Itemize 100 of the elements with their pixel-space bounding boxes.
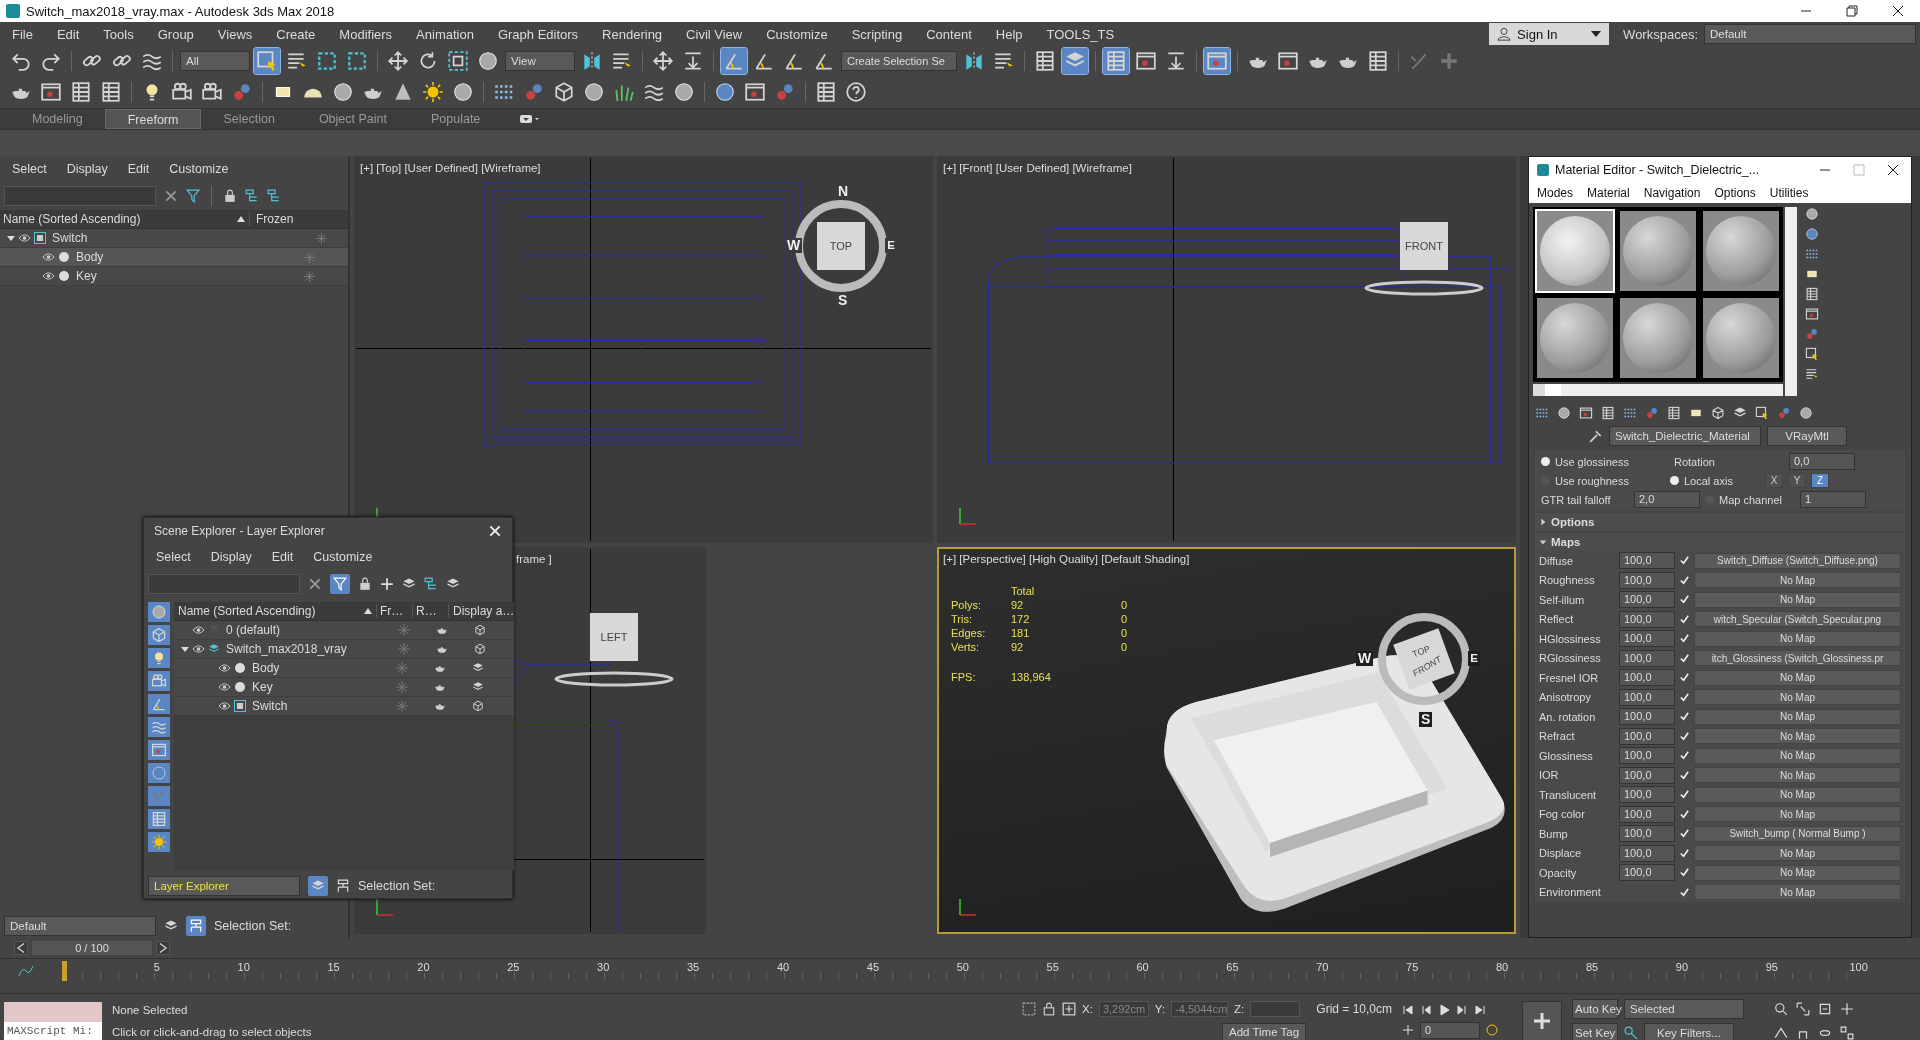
map-button[interactable]: No Map	[1694, 747, 1901, 764]
ribbon-menu-icon[interactable]	[520, 114, 541, 124]
add-time-tag-button[interactable]: Add Time Tag	[1222, 1023, 1307, 1040]
amount-spinner[interactable]: 100,0	[1619, 805, 1675, 823]
sphere-icon[interactable]	[1799, 406, 1813, 420]
zoom-extents-all-icon[interactable]	[1840, 1002, 1854, 1016]
current-frame-spinner[interactable]: 0	[1420, 1021, 1480, 1039]
gtr-spinner[interactable]: 2,0	[1634, 491, 1700, 508]
zoom-extents-icon[interactable]	[1818, 1002, 1832, 1016]
ribbon-tab[interactable]: Modeling	[10, 109, 105, 129]
amount-spinner[interactable]: 100,0	[1619, 766, 1675, 784]
y-coordinate-field[interactable]: -4,5044cm	[1171, 1001, 1229, 1017]
amount-spinner[interactable]: 100,0	[1619, 669, 1675, 687]
filter-icon[interactable]	[186, 189, 200, 203]
viewport-label[interactable]: frame ]	[516, 553, 552, 565]
checkbox[interactable]	[1679, 574, 1690, 586]
expand-arrow-icon[interactable]	[6, 233, 16, 243]
scale-icon[interactable]	[445, 48, 471, 74]
move-icon[interactable]	[385, 48, 411, 74]
search-field[interactable]	[4, 186, 156, 206]
tree-row[interactable]: Body	[0, 248, 348, 267]
column-header[interactable]: Frozen	[249, 212, 294, 226]
key-icon[interactable]	[1624, 1026, 1638, 1040]
field-of-view-icon[interactable]	[1774, 1026, 1788, 1040]
eye-icon[interactable]	[18, 233, 31, 243]
checkbox[interactable]	[1679, 711, 1690, 723]
eye-icon[interactable]	[218, 682, 231, 692]
transform-mode-icon[interactable]	[1062, 1002, 1076, 1016]
ribbon-tab[interactable]: Populate	[408, 109, 503, 129]
next-key-icon[interactable]	[1456, 1003, 1468, 1016]
explorer-menu-item[interactable]: Display	[210, 550, 252, 564]
dot-grid-icon[interactable]	[1805, 247, 1819, 261]
amount-spinner[interactable]: 100,0	[1619, 610, 1675, 628]
cube-icon[interactable]	[474, 643, 486, 655]
time-config-icon[interactable]	[1402, 1024, 1414, 1036]
viewport[interactable]: [+] [Top] [User Defined] [Wireframe] N W TOP E S	[354, 156, 933, 543]
column-header[interactable]: Display a…	[448, 604, 515, 618]
curve-icon[interactable]	[18, 965, 34, 977]
menu-item[interactable]: Animation	[404, 26, 486, 42]
window-icon[interactable]	[1579, 406, 1593, 420]
amount-spinner[interactable]: 100,0	[1619, 649, 1675, 667]
rollout-header[interactable]: Maps	[1535, 533, 1905, 551]
hierarchy-icon[interactable]	[424, 577, 438, 591]
map-button[interactable]: No Map	[1694, 786, 1901, 803]
amount-spinner[interactable]: 100,0	[1619, 552, 1675, 570]
selection-filter-dropdown[interactable]: All	[180, 51, 250, 71]
cube-icon[interactable]	[472, 700, 484, 712]
column-header[interactable]: Fr…	[376, 604, 412, 618]
menu-item[interactable]: Graph Editors	[485, 26, 591, 42]
x-coordinate-field[interactable]: 3,292cm	[1098, 1001, 1149, 1017]
sign-in-button[interactable]: Sign In	[1489, 23, 1610, 45]
dot-grid-icon[interactable]	[1623, 406, 1637, 420]
column-header[interactable]: R…	[412, 604, 448, 618]
menu-item[interactable]: Utilities	[1769, 186, 1809, 200]
map-button[interactable]: witch_Specular (Switch_Specular.png	[1694, 611, 1901, 628]
reference-coordinate-dropdown[interactable]: View	[505, 51, 575, 71]
search-field[interactable]	[148, 574, 300, 594]
amount-spinner[interactable]: 100,0	[1619, 727, 1675, 745]
material-slot[interactable]	[1701, 209, 1781, 293]
sphere-icon[interactable]	[1557, 406, 1571, 420]
close-icon[interactable]	[1887, 164, 1899, 176]
map-button[interactable]: No Map	[1694, 630, 1901, 647]
ribbon-tab[interactable]: Selection	[201, 109, 297, 129]
cube-icon[interactable]	[474, 624, 486, 636]
explorer-menu-item[interactable]: Select	[156, 550, 191, 564]
map-button[interactable]: No Map	[1694, 689, 1901, 706]
workspace-dropdown[interactable]: Default	[1704, 24, 1916, 44]
cube-icon[interactable]	[1711, 406, 1725, 420]
menu-item[interactable]: Material	[1587, 186, 1630, 200]
checkbox[interactable]	[1679, 672, 1690, 684]
axis-button[interactable]: Z	[1811, 473, 1829, 488]
clear-icon[interactable]	[308, 577, 322, 591]
z-coordinate-field[interactable]	[1250, 1001, 1301, 1017]
filter-button[interactable]	[148, 648, 170, 668]
window-icon[interactable]	[1204, 48, 1230, 74]
axis-button[interactable]: Y	[1788, 473, 1806, 488]
layers-icon[interactable]	[472, 681, 484, 693]
vertical-scrollbar[interactable]	[1785, 207, 1797, 396]
rotation-spinner[interactable]: 0,0	[1789, 453, 1855, 470]
menu-item[interactable]: Help	[983, 26, 1035, 42]
table-icon[interactable]	[1667, 406, 1681, 420]
filter-button[interactable]	[148, 740, 170, 760]
amount-spinner[interactable]: 100,0	[1619, 591, 1675, 609]
molecule-icon[interactable]	[1777, 406, 1791, 420]
previous-frame-button[interactable]	[14, 941, 28, 955]
checkbox[interactable]	[1679, 769, 1690, 781]
set-keys-button[interactable]	[1522, 1001, 1562, 1040]
move-icon[interactable]	[650, 48, 676, 74]
list-icon[interactable]	[1805, 367, 1819, 381]
explorer-menu-item[interactable]: Customize	[169, 162, 229, 176]
hierarchy-icon[interactable]	[267, 189, 281, 203]
next-frame-button[interactable]	[156, 941, 170, 955]
viewcube[interactable]: TOP	[817, 222, 865, 270]
map-button[interactable]: No Map	[1694, 669, 1901, 686]
menu-item[interactable]: Create	[264, 26, 328, 42]
checkbox[interactable]	[1679, 847, 1690, 859]
explorer-type-dropdown[interactable]: Layer Explorer	[148, 876, 300, 896]
viewcube[interactable]: FRONT	[1400, 222, 1448, 270]
tree-row[interactable]: Switch	[0, 229, 348, 248]
ribbon-tab[interactable]: Freeform	[104, 109, 202, 129]
